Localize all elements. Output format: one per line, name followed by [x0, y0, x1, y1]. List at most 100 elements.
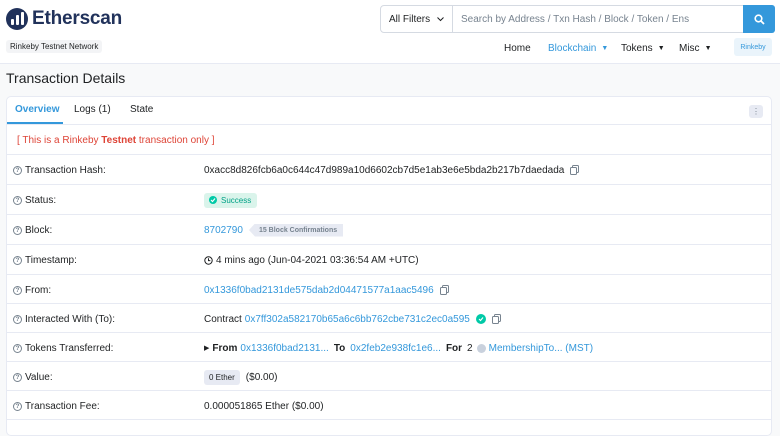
testnet-notice: [ This is a Rinkeby Testnet transaction …: [17, 135, 215, 146]
row-value: Contract 0x7ff302a582170b65a6c6bb762cbe7…: [204, 304, 501, 334]
verified-check-icon: [475, 314, 486, 324]
chevron-down-icon: ▼: [704, 44, 712, 52]
notice-suffix: transaction only ]: [136, 135, 215, 146]
copy-icon[interactable]: [491, 314, 501, 324]
search-filter-select[interactable]: All Filters: [381, 6, 453, 32]
help-icon[interactable]: ?: [13, 372, 22, 382]
contract-address-link[interactable]: 0x7ff302a582170b65a6c6bb762cbe731c2ec0a5…: [245, 314, 470, 325]
row-value-ether: ? Value: 0 Ether ($0.00): [7, 361, 771, 391]
row-transaction-hash: ? Transaction Hash: 0xacc8d826fcb6a0c644c…: [7, 154, 771, 184]
row-tokens-transferred: ? Tokens Transferred: ▶ From 0x1336f0bad2…: [7, 332, 771, 362]
label-text: Transaction Fee:: [25, 400, 100, 412]
token-to-label: To: [333, 342, 346, 354]
usd-value: ($0.00): [245, 371, 278, 383]
row-value: 0 Ether ($0.00): [204, 362, 277, 392]
row-label: ? Tokens Transferred:: [13, 333, 113, 363]
token-name-link[interactable]: MembershipTo... (MST): [489, 343, 593, 354]
row-next-partial: [7, 419, 771, 435]
row-transaction-fee: ? Transaction Fee: 0.000051865 Ether ($0.…: [7, 390, 771, 420]
label-text: Interacted With (To):: [25, 313, 116, 325]
row-status: ? Status: Success: [7, 184, 771, 214]
help-icon[interactable]: ?: [13, 225, 22, 235]
help-icon[interactable]: ?: [13, 401, 22, 411]
row-label: ? Status:: [13, 185, 56, 215]
row-value: 8702790 15 Block Confirmations: [204, 215, 344, 245]
help-icon[interactable]: ?: [13, 165, 22, 175]
nav-blockchain-label: Blockchain: [548, 42, 597, 54]
row-label: ? Interacted With (To):: [13, 304, 115, 334]
token-to-address-link[interactable]: 0x2feb2e938fc1e6...: [350, 343, 441, 354]
search-input[interactable]: [453, 6, 743, 32]
help-icon[interactable]: ?: [13, 255, 22, 265]
row-label: ? Timestamp:: [13, 245, 77, 275]
status-badge: Success: [204, 192, 258, 208]
nav-misc[interactable]: Misc ▼: [679, 41, 712, 55]
search-bar: All Filters: [380, 5, 775, 33]
token-from-address-link[interactable]: 0x1336f0bad2131...: [240, 343, 328, 354]
label-text: Status:: [25, 194, 57, 206]
label-text: Tokens Transferred:: [25, 342, 114, 354]
help-icon[interactable]: ?: [13, 195, 22, 205]
nav-tokens-label: Tokens: [621, 42, 653, 54]
chevron-down-icon: ▼: [657, 44, 665, 52]
page-title: Transaction Details: [6, 70, 126, 86]
nav-blockchain[interactable]: Blockchain ▼: [548, 41, 608, 55]
caret-right-icon: ▶: [204, 345, 210, 352]
tab-state[interactable]: State: [130, 104, 153, 115]
transaction-fee-value: 0.000051865 Ether ($0.00): [204, 400, 324, 412]
clock-icon: [204, 255, 213, 265]
check-circle-icon: [209, 196, 217, 204]
from-address-link[interactable]: 0x1336f0bad2131de575dab2d04471577a1aac54…: [204, 285, 434, 296]
tab-overview[interactable]: Overview: [15, 104, 59, 115]
chevron-down-icon: ▼: [601, 44, 609, 52]
etherscan-logo-icon: [6, 8, 28, 30]
notice-highlight: Testnet: [101, 135, 137, 146]
more-vertical-icon: ⋮: [752, 107, 760, 116]
row-block: ? Block: 8702790 15 Block Confirmations: [7, 214, 771, 244]
network-button[interactable]: Rinkeby: [734, 38, 772, 56]
block-confirmations-badge: 15 Block Confirmations: [248, 223, 344, 237]
timestamp-value: 4 mins ago (Jun-04-2021 03:36:54 AM +UTC…: [216, 254, 419, 266]
tab-logs[interactable]: Logs (1): [74, 104, 111, 115]
site-header: Etherscan Rinkeby Testnet Network All Fi…: [0, 0, 780, 64]
row-label: ? Value:: [13, 362, 53, 392]
chevron-down-icon: [437, 16, 444, 21]
token-for-label: For: [445, 342, 463, 354]
row-label: ? Transaction Hash:: [13, 155, 106, 185]
search-icon: [753, 13, 765, 25]
row-timestamp: ? Timestamp: 4 mins ago (Jun-04-2021 03:3…: [7, 244, 771, 274]
row-from: ? From: 0x1336f0bad2131de575dab2d04471577…: [7, 274, 771, 304]
active-tab-indicator: [7, 122, 63, 124]
notice-prefix: [ This is a Rinkeby: [17, 135, 102, 146]
row-value: 0.000051865 Ether ($0.00): [204, 391, 324, 421]
label-text: Transaction Hash:: [25, 164, 106, 176]
etherscan-logo[interactable]: Etherscan: [6, 8, 122, 30]
nav-misc-label: Misc: [679, 42, 700, 54]
row-interacted-with: ? Interacted With (To): Contract 0x7ff302…: [7, 303, 771, 333]
help-icon[interactable]: ?: [13, 343, 22, 353]
more-options-button[interactable]: ⋮: [749, 105, 763, 118]
network-label: Rinkeby Testnet Network: [6, 40, 103, 53]
contract-prefix: Contract: [204, 313, 242, 325]
copy-icon[interactable]: [570, 165, 580, 175]
search-button[interactable]: [743, 5, 775, 33]
row-value: 4 mins ago (Jun-04-2021 03:36:54 AM +UTC…: [204, 245, 419, 275]
row-label: ? From:: [13, 275, 51, 305]
label-text: Block:: [25, 224, 53, 236]
nav-tokens[interactable]: Tokens ▼: [621, 41, 665, 55]
row-label: ? Block:: [13, 215, 52, 245]
copy-icon[interactable]: [439, 285, 449, 295]
label-text: From:: [25, 284, 52, 296]
token-from-label: From: [212, 342, 238, 354]
status-text: Success: [221, 195, 252, 205]
row-value: 0x1336f0bad2131de575dab2d04471577a1aac54…: [204, 275, 449, 305]
help-icon[interactable]: ?: [13, 285, 22, 295]
transaction-card: Overview Logs (1) State ⋮ [ This is a Ri…: [6, 96, 772, 436]
brand-name: Etherscan: [32, 8, 123, 29]
ether-value-badge: 0 Ether: [204, 369, 240, 385]
transaction-hash-value: 0xacc8d826fcb6a0c644c47d989a10d6602cb7d5…: [204, 164, 565, 176]
nav-home[interactable]: Home: [504, 41, 531, 55]
block-number-link[interactable]: 8702790: [204, 225, 243, 236]
help-icon[interactable]: ?: [13, 314, 22, 324]
row-label: ? Transaction Fee:: [13, 391, 100, 421]
